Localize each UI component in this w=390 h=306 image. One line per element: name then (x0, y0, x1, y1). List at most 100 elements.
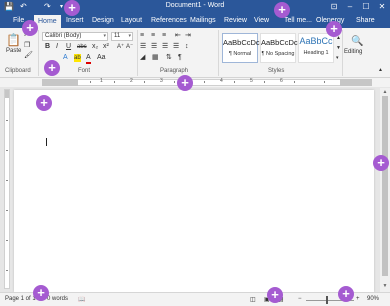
bold-button[interactable]: B (45, 43, 50, 51)
style-heading-1-label: Heading 1 (303, 50, 329, 56)
borders-icon[interactable]: ▦ (152, 54, 159, 62)
ruler-tick (144, 81, 145, 83)
zoom-out-button[interactable]: − (298, 296, 302, 302)
page-count[interactable]: Page 1 of 1 (5, 296, 36, 302)
paste-icon[interactable]: 📋 (6, 33, 21, 47)
strikethrough-button[interactable]: abc (77, 43, 87, 51)
justify-icon[interactable]: ☰ (173, 43, 179, 51)
group-divider (137, 30, 138, 76)
read-mode-icon[interactable]: ◫ (250, 296, 256, 303)
ribbon-options-icon[interactable]: ⊡ (326, 0, 342, 14)
styles-more-icon[interactable]: ▾ (336, 54, 339, 62)
share-button[interactable]: Share (356, 16, 375, 26)
scroll-up-icon[interactable]: ▲ (380, 89, 390, 95)
line-spacing-icon[interactable]: ↕ (185, 43, 189, 51)
font-name-combo[interactable]: Calibri (Body) ▾ (42, 32, 108, 41)
ruler-tick (204, 81, 205, 83)
tab-references[interactable]: References (151, 16, 187, 26)
subscript-button[interactable]: x₂ (92, 43, 98, 51)
copy-icon[interactable]: ❐ (24, 42, 30, 50)
bullets-icon[interactable]: ≡ (140, 32, 144, 40)
grow-font-button[interactable]: A⁺ (117, 43, 124, 51)
tab-view[interactable]: View (254, 16, 269, 26)
align-center-icon[interactable]: ☰ (151, 43, 157, 51)
font-color-button[interactable]: A (86, 54, 91, 64)
sort-icon[interactable]: ⇅ (166, 54, 172, 62)
paste-button[interactable]: Paste (6, 48, 21, 54)
font-size-combo[interactable]: 11 ▾ (111, 32, 133, 41)
zoom-level[interactable]: 90% (367, 296, 379, 302)
shading-icon[interactable]: ◢ (140, 54, 145, 62)
ruler-tick (6, 150, 8, 151)
style-normal-label: ¶ Normal (228, 51, 252, 57)
numbering-icon[interactable]: ≡ (151, 32, 155, 40)
ruler-paper (42, 79, 372, 86)
increase-indent-icon[interactable]: ⇥ (185, 32, 191, 40)
tab-mailings[interactable]: Mailings (190, 16, 216, 26)
styles-scroll-down-icon[interactable]: ▼ (336, 44, 341, 52)
italic-button[interactable]: I (56, 43, 58, 51)
clipboard-group-label: Clipboard (5, 68, 31, 74)
decrease-indent-icon[interactable]: ⇤ (175, 32, 181, 40)
status-bar: Page 1 of 1 0 words 📖 ◫ ▣ ▤ − + 90% (0, 292, 390, 306)
marker-badge: + (177, 75, 193, 91)
horizontal-ruler[interactable]: 1 2 3 4 5 6 (0, 78, 390, 87)
highlight-button[interactable]: ab (74, 54, 81, 62)
ruler-tick (324, 81, 325, 83)
align-left-icon[interactable]: ☰ (140, 43, 146, 51)
style-no-spacing[interactable]: AaBbCcDc ¶ No Spacing (260, 33, 298, 63)
tab-design[interactable]: Design (92, 16, 114, 26)
align-right-icon[interactable]: ☰ (162, 43, 168, 51)
style-no-spacing-sample: AaBbCcDc (261, 38, 298, 47)
chevron-down-icon: ▾ (103, 33, 106, 39)
proofing-icon[interactable]: 📖 (78, 296, 85, 303)
underline-button[interactable]: U (66, 43, 71, 51)
marker-badge: + (338, 286, 354, 302)
show-formatting-icon[interactable]: ¶ (178, 54, 182, 62)
collapse-ribbon-icon[interactable]: ▲ (378, 66, 383, 74)
zoom-slider-thumb[interactable] (326, 296, 328, 304)
marker-badge: + (373, 155, 389, 171)
maximize-button[interactable]: ☐ (358, 0, 374, 14)
editing-button[interactable]: Editing (344, 49, 362, 55)
ruler-number: 6 (280, 78, 283, 84)
group-divider (342, 30, 343, 76)
ruler-tick (234, 81, 235, 83)
chevron-down-icon: ▾ (128, 33, 131, 39)
multilevel-list-icon[interactable]: ≡ (162, 32, 166, 40)
document-page[interactable] (14, 90, 374, 292)
font-name-value: Calibri (Body) (45, 33, 82, 39)
scroll-down-icon[interactable]: ▼ (380, 283, 390, 289)
minimize-button[interactable]: – (342, 0, 358, 14)
tab-layout[interactable]: Layout (121, 16, 142, 26)
vertical-scrollbar[interactable]: ▲ ▼ (380, 88, 390, 292)
shrink-font-button[interactable]: A⁻ (126, 43, 133, 51)
style-heading-1[interactable]: AaBbCc Heading 1 (298, 33, 334, 63)
word-count[interactable]: 0 words (47, 296, 68, 302)
ruler-left-margin (42, 79, 78, 86)
ruler-number: 5 (250, 78, 253, 84)
paragraph-group-label: Paragraph (160, 68, 189, 74)
find-icon[interactable]: 🔍 (351, 36, 363, 47)
ruler-tick (294, 81, 295, 83)
vertical-ruler[interactable] (4, 89, 10, 289)
tell-me-search[interactable]: Tell me... (284, 16, 312, 26)
text-effects-button[interactable]: A (63, 54, 68, 62)
style-normal-sample: AaBbCcDc (223, 38, 260, 47)
zoom-in-button[interactable]: + (356, 296, 360, 302)
ruler-tick (174, 81, 175, 83)
tab-insert[interactable]: Insert (66, 16, 84, 26)
marker-badge: + (274, 2, 290, 18)
scroll-thumb[interactable] (382, 96, 388, 276)
ruler-tick (264, 81, 265, 83)
tab-home[interactable]: Home (34, 15, 61, 28)
ruler-number: 3 (160, 78, 163, 84)
marker-badge: + (64, 0, 80, 16)
style-heading-1-sample: AaBbCc (299, 36, 333, 46)
superscript-button[interactable]: x² (103, 43, 109, 51)
style-normal[interactable]: AaBbCcDc ¶ Normal (222, 33, 260, 63)
format-painter-icon[interactable]: 🖌 (24, 52, 33, 60)
close-button[interactable]: ✕ (374, 0, 390, 14)
tab-review[interactable]: Review (224, 16, 247, 26)
change-case-button[interactable]: Aa (97, 54, 106, 62)
